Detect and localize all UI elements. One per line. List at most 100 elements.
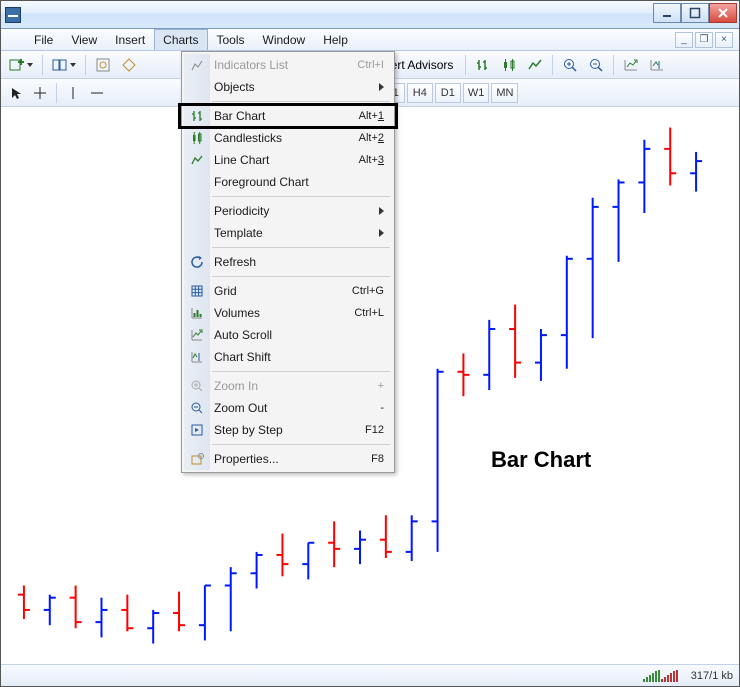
menuitem-zoom-in: Zoom In+ bbox=[184, 375, 392, 397]
menu-tools[interactable]: Tools bbox=[208, 29, 254, 50]
autoscroll-icon bbox=[189, 327, 205, 343]
menuitem-indicators-list: Indicators ListCtrl+I bbox=[184, 54, 392, 76]
annotation-bar-chart: Bar Chart bbox=[491, 447, 591, 473]
window-titlebar bbox=[1, 1, 739, 29]
menuitem-label: Auto Scroll bbox=[214, 328, 384, 342]
chartshift-toolbar-button[interactable] bbox=[645, 54, 669, 76]
menuitem-label: Step by Step bbox=[214, 423, 365, 437]
timeframe-mn[interactable]: MN bbox=[491, 83, 518, 103]
connection-indicator bbox=[643, 670, 683, 682]
submenu-arrow-icon bbox=[379, 207, 384, 215]
menuitem-periodicity[interactable]: Periodicity bbox=[184, 200, 392, 222]
menuitem-properties[interactable]: Properties...F8 bbox=[184, 448, 392, 470]
menuitem-volumes[interactable]: VolumesCtrl+L bbox=[184, 302, 392, 324]
menuitem-auto-scroll[interactable]: Auto Scroll bbox=[184, 324, 392, 346]
mdi-close[interactable]: × bbox=[715, 32, 733, 48]
menuitem-shortcut: F8 bbox=[371, 453, 384, 465]
close-button[interactable] bbox=[709, 3, 737, 23]
menuitem-label: Bar Chart bbox=[214, 109, 359, 123]
menuitem-shortcut: Alt+1 bbox=[359, 110, 384, 122]
volumes-icon bbox=[189, 305, 205, 321]
zoom-out-button[interactable] bbox=[584, 54, 608, 76]
line-chart-button[interactable] bbox=[523, 54, 547, 76]
menuitem-shortcut: Ctrl+L bbox=[354, 307, 384, 319]
menu-charts[interactable]: Charts bbox=[154, 29, 207, 50]
mdi-restore[interactable]: ❐ bbox=[695, 32, 713, 48]
menuitem-shortcut: F12 bbox=[365, 424, 384, 436]
menuitem-shortcut: Alt+2 bbox=[359, 132, 384, 144]
menu-window[interactable]: Window bbox=[254, 29, 315, 50]
bar-chart-button[interactable] bbox=[471, 54, 495, 76]
vline-button[interactable] bbox=[62, 82, 84, 104]
bar-chart-icon bbox=[189, 108, 205, 124]
submenu-arrow-icon bbox=[379, 83, 384, 91]
candlestick-button[interactable] bbox=[497, 54, 521, 76]
navigator-button[interactable] bbox=[117, 54, 141, 76]
menuitem-bar-chart[interactable]: Bar ChartAlt+1 bbox=[184, 105, 392, 127]
minimize-button[interactable] bbox=[653, 3, 681, 23]
hline-button[interactable] bbox=[86, 82, 108, 104]
menu-insert[interactable]: Insert bbox=[106, 29, 154, 50]
indicators-icon bbox=[189, 57, 205, 73]
menuitem-line-chart[interactable]: Line ChartAlt+3 bbox=[184, 149, 392, 171]
mdi-minimize[interactable]: _ bbox=[675, 32, 693, 48]
chartshift-icon bbox=[189, 349, 205, 365]
line-chart-icon bbox=[189, 152, 205, 168]
app-icon bbox=[5, 7, 21, 23]
transfer-status: 317/1 kb bbox=[691, 670, 733, 682]
statusbar: 317/1 kb bbox=[1, 664, 739, 686]
menu-view[interactable]: View bbox=[62, 29, 106, 50]
menuitem-objects[interactable]: Objects bbox=[184, 76, 392, 98]
menubar: File View Insert Charts Tools Window Hel… bbox=[1, 29, 739, 51]
cursor-button[interactable] bbox=[5, 82, 27, 104]
menuitem-candlesticks[interactable]: CandlesticksAlt+2 bbox=[184, 127, 392, 149]
menuitem-label: Grid bbox=[214, 284, 352, 298]
menuitem-label: Template bbox=[214, 226, 379, 240]
menuitem-refresh[interactable]: Refresh bbox=[184, 251, 392, 273]
menuitem-shortcut: Ctrl+G bbox=[352, 285, 384, 297]
menuitem-foreground-chart[interactable]: Foreground Chart bbox=[184, 171, 392, 193]
crosshair-button[interactable] bbox=[29, 82, 51, 104]
menuitem-label: Line Chart bbox=[214, 153, 359, 167]
menuitem-label: Indicators List bbox=[214, 58, 357, 72]
menuitem-label: Foreground Chart bbox=[214, 175, 384, 189]
menuitem-label: Zoom In bbox=[214, 379, 378, 393]
zoom-in-button[interactable] bbox=[558, 54, 582, 76]
maximize-button[interactable] bbox=[681, 3, 709, 23]
menuitem-label: Objects bbox=[214, 80, 379, 94]
menuitem-label: Chart Shift bbox=[214, 350, 384, 364]
candlestick-icon bbox=[189, 130, 205, 146]
zoomin-icon bbox=[189, 378, 205, 394]
doc-icon bbox=[5, 32, 21, 48]
mdi-controls: _ ❐ × bbox=[675, 29, 733, 50]
timeframe-w1[interactable]: W1 bbox=[463, 83, 490, 103]
market-watch-button[interactable] bbox=[91, 54, 115, 76]
submenu-arrow-icon bbox=[379, 229, 384, 237]
menu-help[interactable]: Help bbox=[314, 29, 357, 50]
timeframe-h4[interactable]: H4 bbox=[407, 83, 433, 103]
refresh-icon bbox=[189, 254, 205, 270]
menuitem-step-by-step[interactable]: Step by StepF12 bbox=[184, 419, 392, 441]
menuitem-shortcut: + bbox=[378, 380, 384, 392]
profiles-button[interactable] bbox=[48, 54, 80, 76]
timeframe-d1[interactable]: D1 bbox=[435, 83, 461, 103]
menuitem-label: Candlesticks bbox=[214, 131, 359, 145]
step-icon bbox=[189, 422, 205, 438]
menuitem-label: Volumes bbox=[214, 306, 354, 320]
menuitem-zoom-out[interactable]: Zoom Out- bbox=[184, 397, 392, 419]
autoscroll-toolbar-button[interactable] bbox=[619, 54, 643, 76]
menuitem-shortcut: Alt+3 bbox=[359, 154, 384, 166]
menuitem-grid[interactable]: GridCtrl+G bbox=[184, 280, 392, 302]
properties-icon bbox=[189, 451, 205, 467]
menu-file[interactable]: File bbox=[25, 29, 62, 50]
menuitem-shortcut: Ctrl+I bbox=[357, 59, 384, 71]
menuitem-label: Periodicity bbox=[214, 204, 379, 218]
grid-icon bbox=[189, 283, 205, 299]
window-controls bbox=[653, 3, 737, 23]
menuitem-label: Zoom Out bbox=[214, 401, 380, 415]
menuitem-shortcut: - bbox=[380, 402, 384, 414]
menuitem-chart-shift[interactable]: Chart Shift bbox=[184, 346, 392, 368]
new-chart-button[interactable] bbox=[5, 54, 37, 76]
menuitem-template[interactable]: Template bbox=[184, 222, 392, 244]
zoomout-icon bbox=[189, 400, 205, 416]
